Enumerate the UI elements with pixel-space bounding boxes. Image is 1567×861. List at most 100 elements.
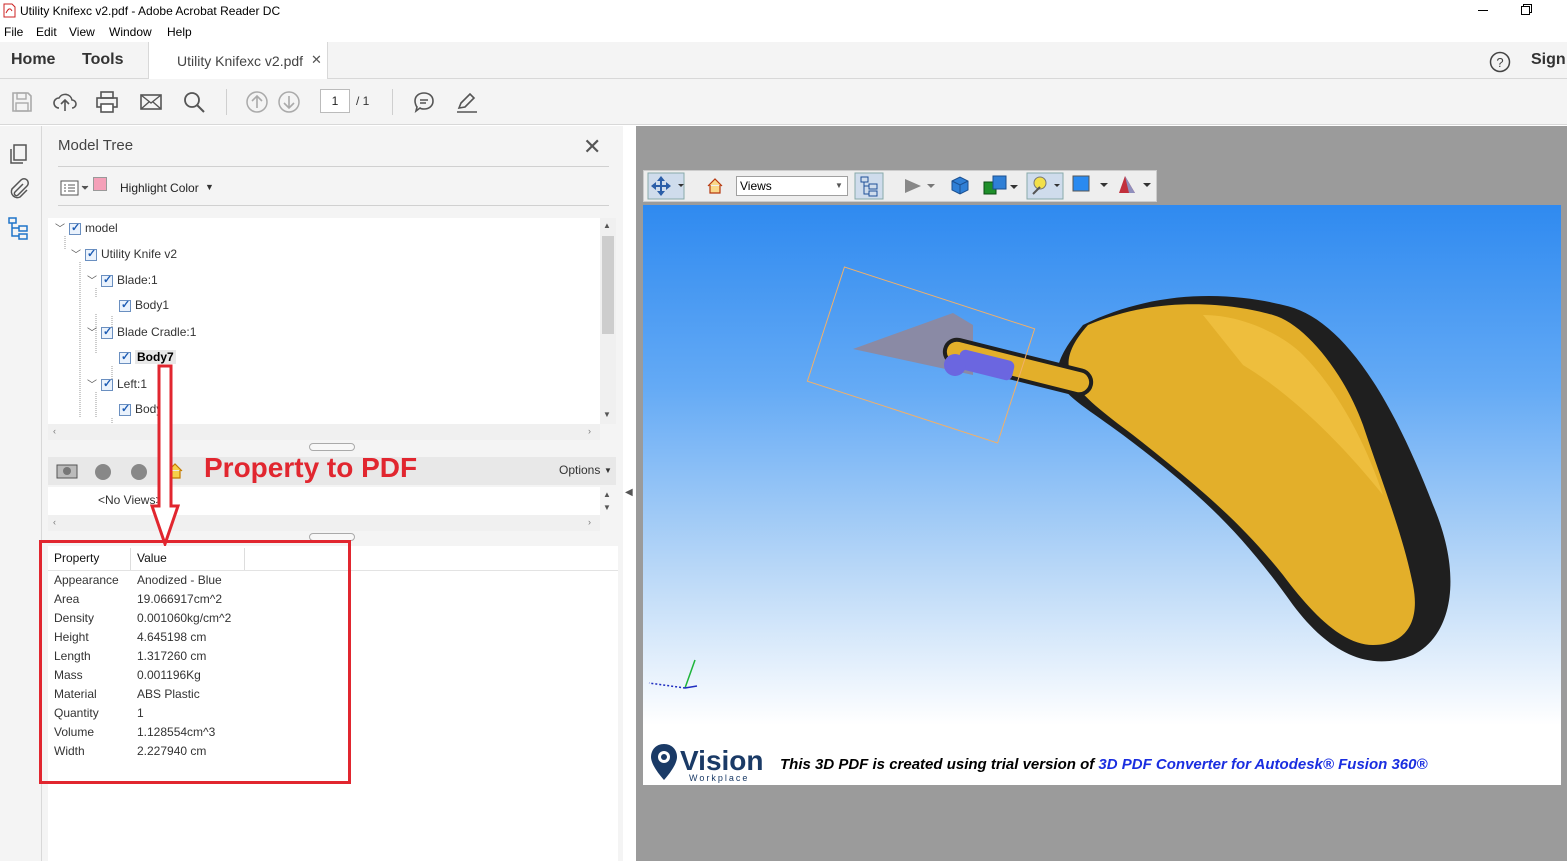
- upload-cloud-icon[interactable]: [53, 90, 77, 114]
- scroll-left-icon[interactable]: ‹: [53, 517, 56, 527]
- annotation-label: Property to PDF: [204, 452, 418, 483]
- tree-node-label: Left:1: [117, 377, 148, 391]
- panel-title: Model Tree: [58, 137, 134, 154]
- tab-home[interactable]: Home: [11, 51, 55, 69]
- checkbox-icon[interactable]: [69, 221, 81, 235]
- annotation-highlight-box: [39, 540, 351, 784]
- menu-edit[interactable]: Edit: [36, 25, 57, 39]
- scroll-up-icon[interactable]: ▲: [603, 221, 611, 230]
- tree-horizontal-scrollbar[interactable]: [48, 424, 600, 440]
- render-mode-icon[interactable]: [949, 174, 971, 196]
- previous-page-icon[interactable]: [245, 90, 269, 114]
- attachments-icon[interactable]: [8, 178, 30, 200]
- chevron-down-icon[interactable]: ▼: [205, 182, 214, 192]
- model-tree-toggle-icon[interactable]: [854, 172, 884, 200]
- splitter-handle[interactable]: [309, 443, 355, 451]
- views-select[interactable]: Views: [736, 176, 848, 196]
- tree-node[interactable]: ﹀Blade:1: [87, 272, 158, 287]
- tree-node-label: Body7: [135, 350, 176, 364]
- next-page-icon[interactable]: [277, 90, 301, 114]
- search-icon[interactable]: [182, 90, 206, 114]
- pdf-footer: This 3D PDF is created using trial versi…: [643, 725, 1561, 785]
- tree-node[interactable]: ﹀Left:1: [87, 376, 147, 391]
- tree-node[interactable]: ﹀Blade Cradle:1: [87, 324, 196, 339]
- tree-scroll-thumb[interactable]: [602, 236, 614, 334]
- title-bar: Utility Knifexc v2.pdf - Adobe Acrobat R…: [0, 0, 1567, 22]
- tab-document[interactable]: Utility Knifexc v2.pdf ✕: [148, 42, 328, 79]
- checkbox-icon[interactable]: [101, 325, 113, 339]
- tree-node-label: Body1: [135, 298, 170, 312]
- background-color-icon[interactable]: [1071, 174, 1111, 196]
- trial-note: This 3D PDF is created using trial versi…: [780, 756, 1428, 773]
- options-dropdown[interactable]: Options: [559, 463, 600, 477]
- tab-tools[interactable]: Tools: [82, 51, 123, 69]
- close-panel-icon[interactable]: ✕: [583, 134, 601, 160]
- camera-views-icon[interactable]: [56, 461, 78, 481]
- scroll-down-icon[interactable]: ▼: [603, 410, 611, 419]
- help-icon[interactable]: ?: [1489, 51, 1511, 73]
- page-thumbnails-icon[interactable]: [8, 143, 30, 165]
- vision-logo-icon: [651, 744, 677, 780]
- tree-node[interactable]: ﹀model: [55, 220, 118, 235]
- menu-help[interactable]: Help: [167, 25, 192, 39]
- checkbox-icon[interactable]: [85, 247, 97, 261]
- checkbox-icon[interactable]: [101, 377, 113, 391]
- tree-node-label: Blade Cradle:1: [117, 325, 197, 339]
- tree-node-selected[interactable]: Body7: [119, 350, 176, 364]
- converter-link[interactable]: 3D PDF Converter for Autodesk® Fusion 36…: [1098, 756, 1427, 773]
- comment-icon[interactable]: [412, 90, 436, 114]
- menu-window[interactable]: Window: [109, 25, 152, 39]
- checkbox-icon[interactable]: [119, 298, 131, 312]
- pdf-file-icon: [3, 3, 16, 18]
- tree-node[interactable]: Body1: [119, 298, 169, 312]
- minimize-button[interactable]: [1478, 10, 1488, 11]
- highlight-color-dropdown[interactable]: Highlight Color: [120, 181, 199, 195]
- email-icon[interactable]: [139, 90, 163, 114]
- checkbox-icon[interactable]: [101, 273, 113, 287]
- 3d-scene-canvas[interactable]: [643, 205, 1561, 725]
- home-view-icon[interactable]: [706, 177, 724, 195]
- tree-node[interactable]: ﹀Utility Knife v2: [71, 246, 177, 261]
- play-animation-icon[interactable]: [903, 177, 937, 195]
- scroll-down-icon[interactable]: ▼: [603, 503, 611, 512]
- save-icon[interactable]: [10, 90, 34, 114]
- page-number-input[interactable]: 1: [320, 89, 350, 113]
- checkbox-icon[interactable]: [119, 402, 131, 416]
- lighting-icon[interactable]: [1026, 172, 1064, 200]
- previous-view-icon[interactable]: [95, 464, 111, 480]
- tree-options-icon[interactable]: [60, 180, 90, 196]
- tab-bar: Home Tools Utility Knifexc v2.pdf ✕ ? Si…: [0, 42, 1567, 79]
- highlight-color-swatch[interactable]: [93, 177, 107, 191]
- next-view-icon[interactable]: [131, 464, 147, 480]
- rotate-tool-icon[interactable]: [647, 172, 685, 200]
- scroll-right-icon[interactable]: ›: [588, 517, 591, 527]
- highlight-pen-icon[interactable]: [455, 90, 479, 114]
- print-icon[interactable]: [95, 90, 119, 114]
- tab-document-label: Utility Knifexc v2.pdf: [177, 53, 304, 69]
- trial-note-text: This 3D PDF is created using trial versi…: [780, 756, 1099, 773]
- checkbox-icon[interactable]: [119, 350, 131, 364]
- tree-node-label: Blade:1: [117, 273, 158, 287]
- menu-file[interactable]: File: [4, 25, 23, 39]
- menu-bar: File Edit View Window Help: [0, 22, 1567, 42]
- chevron-down-icon[interactable]: ▼: [604, 466, 612, 475]
- menu-view[interactable]: View: [69, 25, 95, 39]
- chevron-down-icon[interactable]: ▼: [835, 181, 843, 190]
- close-tab-icon[interactable]: ✕: [311, 52, 322, 68]
- cross-section-icon[interactable]: [1115, 173, 1153, 197]
- scroll-left-icon[interactable]: ‹: [53, 426, 56, 436]
- toolbar-separator: [392, 89, 393, 115]
- collapse-panel-icon[interactable]: ◀: [625, 487, 633, 498]
- main-toolbar: 1 / 1: [0, 79, 1567, 125]
- lighting-cubes-icon[interactable]: [981, 173, 1019, 199]
- left-navigation-rail: [0, 126, 42, 861]
- model-tree-icon[interactable]: [7, 216, 31, 240]
- tree-node-label: model: [85, 221, 118, 235]
- sign-in-link[interactable]: Sign: [1531, 51, 1566, 69]
- scroll-up-icon[interactable]: ▲: [603, 490, 611, 499]
- svg-text:?: ?: [1496, 55, 1503, 70]
- restore-button[interactable]: [1521, 4, 1532, 15]
- scroll-right-icon[interactable]: ›: [588, 426, 591, 436]
- page-total: / 1: [356, 94, 370, 108]
- views-horizontal-scrollbar[interactable]: [48, 515, 600, 531]
